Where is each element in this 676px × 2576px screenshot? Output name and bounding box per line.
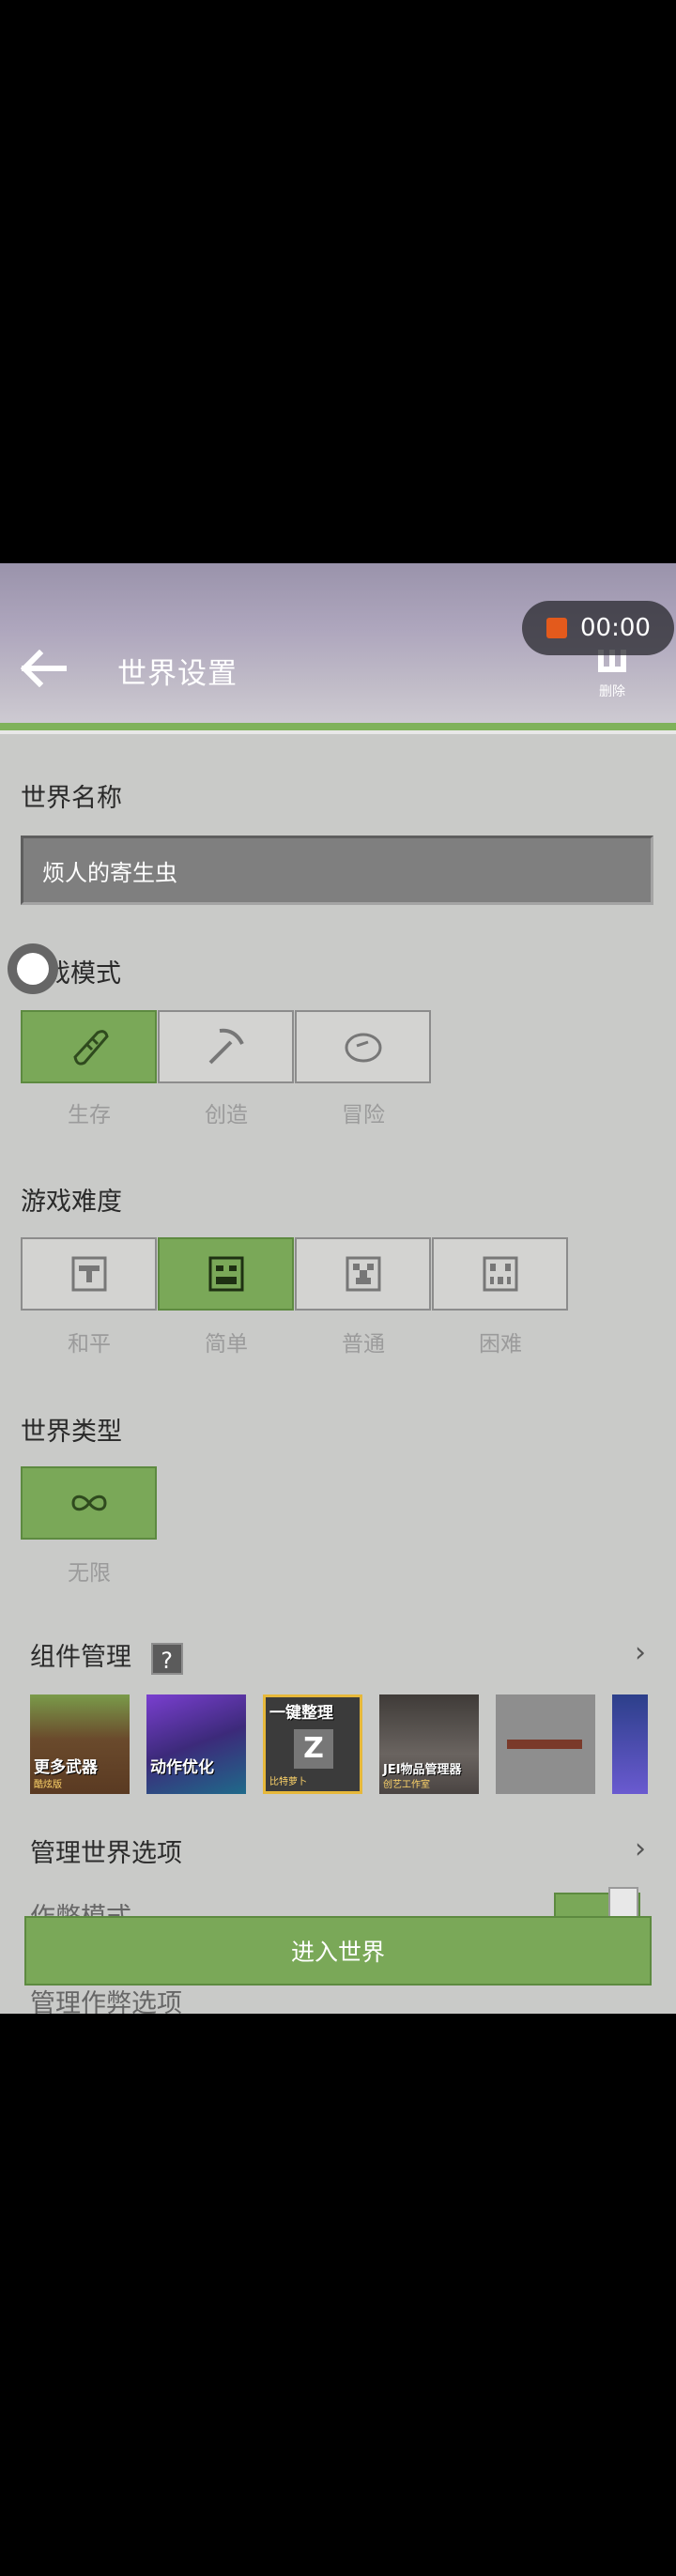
- enter-world-label: 进入世界: [290, 1939, 385, 1966]
- header-divider: [0, 730, 676, 734]
- mode-label: 生存: [68, 1103, 111, 1127]
- difficulty-label: 普通: [342, 1332, 385, 1357]
- difficulty-normal-button[interactable]: [295, 1237, 431, 1311]
- mod-thumbnail[interactable]: [496, 1694, 595, 1794]
- pickaxe-icon: [208, 1028, 244, 1065]
- mode-survival-button[interactable]: [21, 1010, 157, 1083]
- mod-thumbnail[interactable]: 动作优化: [146, 1694, 246, 1794]
- touch-indicator: [8, 943, 58, 994]
- mode-label: 冒险: [342, 1103, 385, 1127]
- difficulty-labels: 和平 简单 普通 困难: [21, 1326, 569, 1357]
- difficulty-label: 简单: [205, 1332, 248, 1357]
- delete-label: 删除: [599, 684, 625, 699]
- back-arrow-icon[interactable]: [21, 650, 68, 687]
- manage-cheat-options-label[interactable]: 管理作弊选项: [30, 1983, 182, 2014]
- compass-icon: [345, 1033, 381, 1063]
- mod-thumbnail[interactable]: [612, 1694, 648, 1794]
- enter-world-button[interactable]: 进入世界: [24, 1916, 652, 1986]
- difficulty-options: [21, 1237, 568, 1311]
- components-row[interactable]: 组件管理 ? ›: [30, 1636, 646, 1675]
- help-icon[interactable]: ?: [150, 1642, 183, 1675]
- world-name-field[interactable]: [21, 836, 653, 905]
- world-name-input[interactable]: [23, 838, 651, 902]
- component-thumbnails: 更多武器 酷炫版 动作优化 Z 一键整理 比特萝卜 JEI物品管理器 创艺工作室: [30, 1694, 676, 1798]
- mod-thumbnail[interactable]: Z 一键整理 比特萝卜: [263, 1694, 362, 1794]
- game-mode-labels: 生存 创造 冒险: [21, 1096, 432, 1128]
- difficulty-peaceful-button[interactable]: [21, 1237, 157, 1311]
- creeper-face-icon: [346, 1256, 380, 1292]
- ghast-face-icon: [483, 1256, 517, 1292]
- chevron-right-icon: ›: [635, 1636, 646, 1669]
- world-name-title: 世界名称: [21, 784, 122, 813]
- difficulty-hard-button[interactable]: [432, 1237, 568, 1311]
- mod-caption: JEI物品管理器: [383, 1763, 462, 1777]
- world-settings-screen: 世界设置 删除 00:00 世界名称 戏模式: [0, 563, 676, 2014]
- mod-caption: 一键整理: [269, 1704, 333, 1723]
- world-type-labels: 无限: [21, 1555, 158, 1587]
- components-title: 组件管理: [30, 1643, 131, 1672]
- mod-caption: 动作优化: [150, 1758, 214, 1777]
- world-type-infinite-button[interactable]: [21, 1466, 157, 1540]
- mod-subtitle: 酷炫版: [34, 1780, 62, 1790]
- chevron-right-icon: ›: [635, 1832, 646, 1865]
- delete-button[interactable]: 删除: [584, 646, 640, 712]
- header-accent-bar: [0, 723, 676, 730]
- recorder-time: 00:00: [580, 614, 651, 642]
- bread-icon: [72, 1030, 109, 1066]
- difficulty-label: 困难: [479, 1332, 522, 1357]
- manage-world-options-row[interactable]: 管理世界选项 ›: [30, 1832, 646, 1869]
- z-logo-icon: Z: [294, 1729, 333, 1769]
- screen-recorder-badge[interactable]: 00:00: [522, 601, 674, 655]
- mode-label: 创造: [205, 1103, 248, 1127]
- easy-face-icon: [208, 1256, 243, 1292]
- difficulty-easy-button[interactable]: [158, 1237, 294, 1311]
- peaceful-face-icon: [71, 1256, 106, 1292]
- mod-thumbnail[interactable]: 更多武器 酷炫版: [30, 1694, 130, 1794]
- mod-caption: 更多武器: [34, 1758, 98, 1777]
- mod-thumbnail[interactable]: JEI物品管理器 创艺工作室: [379, 1694, 479, 1794]
- game-mode-options: [21, 1010, 431, 1083]
- mode-creative-button[interactable]: [158, 1010, 294, 1083]
- manage-world-options-label: 管理世界选项: [30, 1839, 182, 1868]
- world-type-options: [21, 1466, 157, 1540]
- mod-subtitle: 创艺工作室: [383, 1780, 430, 1790]
- header: 世界设置 删除 00:00: [0, 563, 676, 728]
- difficulty-label: 和平: [68, 1332, 111, 1357]
- infinity-icon: [70, 1495, 107, 1511]
- difficulty-title: 游戏难度: [21, 1188, 122, 1217]
- mode-adventure-button[interactable]: [295, 1010, 431, 1083]
- page-title: 世界设置: [117, 657, 238, 691]
- world-type-label: 无限: [68, 1561, 111, 1586]
- mod-subtitle: 比特萝卜: [269, 1777, 307, 1787]
- world-type-title: 世界类型: [21, 1418, 122, 1447]
- mod-preview-bar: [507, 1740, 582, 1749]
- record-square-icon: [546, 618, 567, 638]
